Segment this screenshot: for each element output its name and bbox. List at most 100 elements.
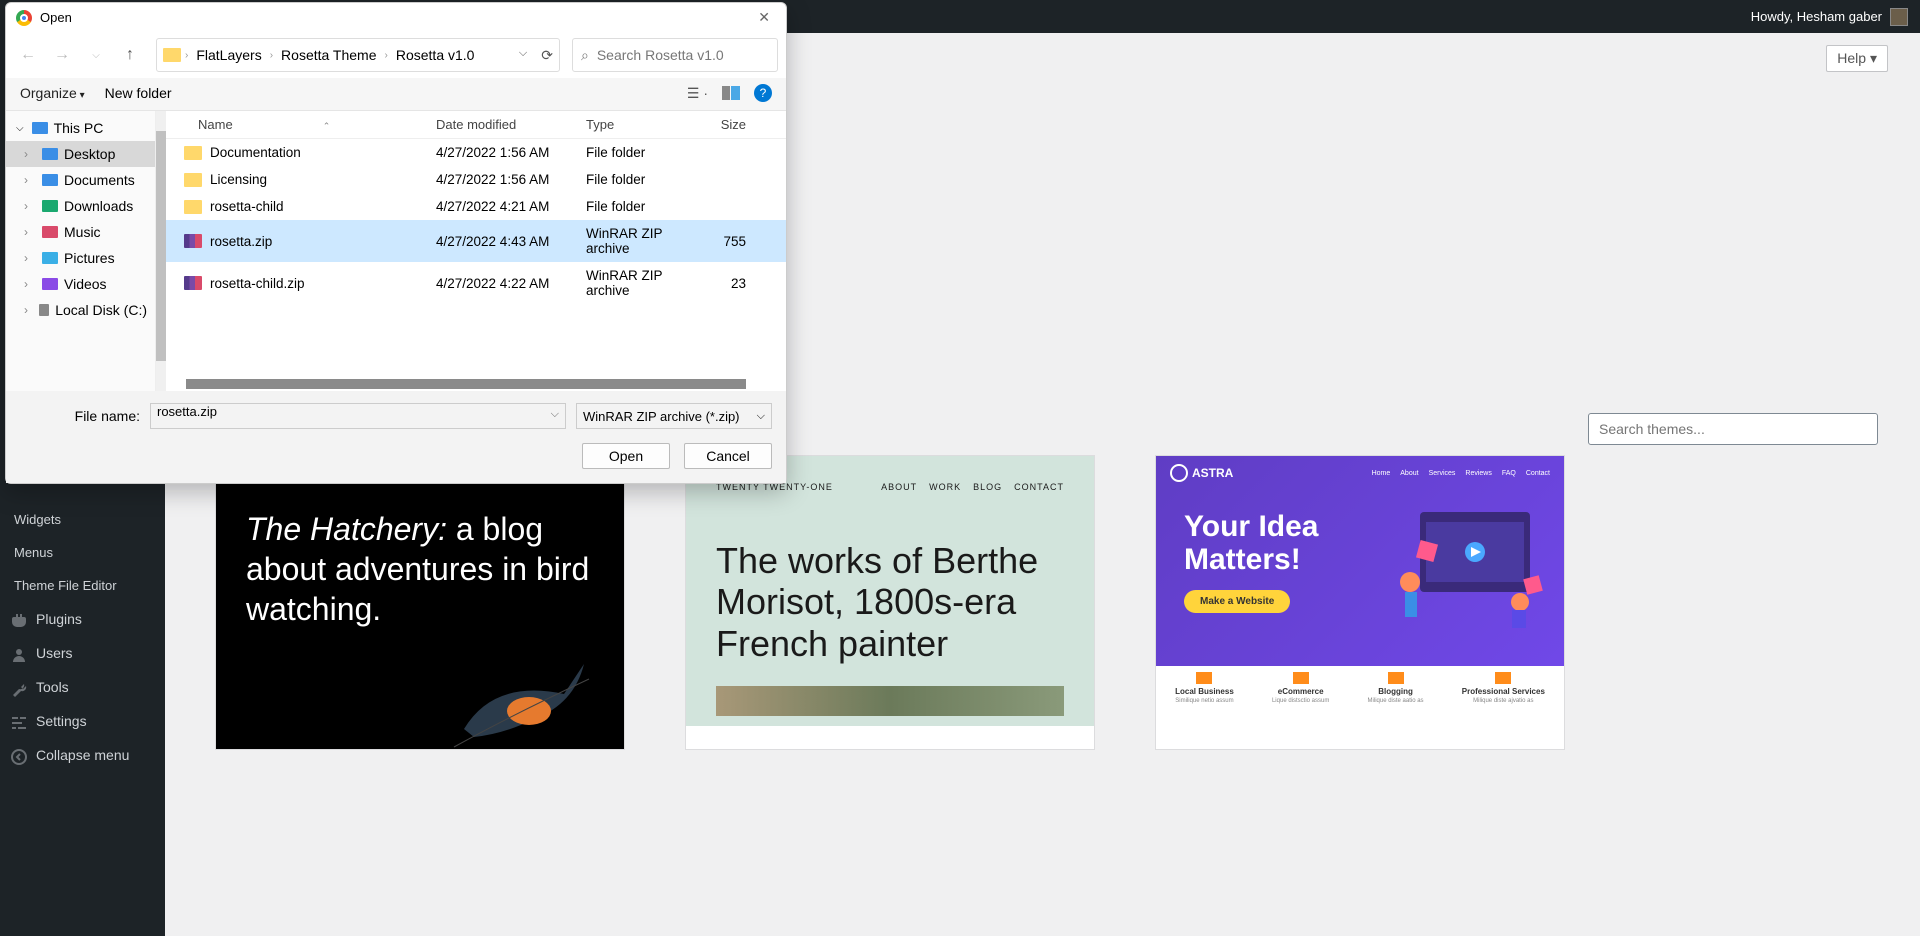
dialog-nav: ← → ⌵ ↑ › FlatLayers › Rosetta Theme › R… [6, 32, 786, 78]
astra-logo: ASTRA [1170, 464, 1233, 482]
collapse-icon [10, 748, 28, 766]
chrome-icon [16, 10, 32, 26]
documents-icon [42, 174, 58, 186]
downloads-icon [42, 200, 58, 212]
sidebar-item-widgets[interactable]: Widgets [0, 503, 165, 536]
refresh-icon[interactable]: ⟳ [541, 47, 553, 64]
breadcrumb-item[interactable]: Rosetta v1.0 [392, 44, 479, 66]
zip-icon [184, 234, 202, 248]
users-icon [10, 646, 28, 664]
breadcrumb-item[interactable]: FlatLayers [192, 44, 265, 66]
column-date[interactable]: Date modified [436, 117, 586, 132]
dialog-footer: File name: rosetta.zip WinRAR ZIP archiv… [6, 391, 786, 483]
folder-icon [163, 48, 181, 62]
folder-tree: This PC Desktop Documents Downloads Musi… [6, 111, 156, 391]
filetype-select[interactable]: WinRAR ZIP archive (*.zip)⌵ [576, 403, 772, 429]
file-type: File folder [586, 199, 704, 214]
back-button[interactable]: ← [14, 39, 42, 71]
tree-scrollbar[interactable] [156, 111, 166, 391]
file-name: Documentation [210, 145, 301, 160]
cancel-button[interactable]: Cancel [684, 443, 772, 469]
howdy-text: Howdy, Hesham gaber [1751, 9, 1882, 24]
hero-illustration [1390, 502, 1550, 632]
sidebar-item-theme-editor[interactable]: Theme File Editor [0, 569, 165, 602]
file-type: WinRAR ZIP archive [586, 226, 704, 256]
themes-grid: Installed The Hatchery: a blog about adv… [189, 455, 1900, 750]
sidebar-item-settings[interactable]: Settings [0, 704, 165, 738]
theme-nav: Home About Services Reviews FAQ Contact [1372, 470, 1550, 477]
bird-illustration [444, 659, 594, 749]
theme-search-input[interactable] [1588, 413, 1878, 445]
chevron-down-icon: ⌵ [757, 410, 765, 423]
help-icon[interactable]: ? [754, 84, 772, 102]
breadcrumb[interactable]: › FlatLayers › Rosetta Theme › Rosetta v… [156, 38, 560, 72]
file-name: rosetta.zip [210, 234, 272, 249]
tree-pictures[interactable]: Pictures [6, 245, 155, 271]
pc-icon [32, 122, 48, 134]
theme-card-twentytwentytwo[interactable]: Installed The Hatchery: a blog about adv… [215, 455, 625, 750]
tree-local-disk[interactable]: Local Disk (C:) [6, 297, 155, 323]
tree-desktop[interactable]: Desktop [6, 141, 155, 167]
tools-icon [10, 680, 28, 698]
up-button[interactable]: ↑ [116, 39, 144, 71]
sidebar-item-users[interactable]: Users [0, 636, 165, 670]
horizontal-scrollbar[interactable] [186, 379, 746, 389]
pictures-icon [42, 252, 58, 264]
dialog-titlebar: Open ✕ [6, 3, 786, 32]
music-icon [42, 226, 58, 238]
folder-icon [184, 173, 202, 187]
file-row[interactable]: rosetta.zip 4/27/2022 4:43 AMWinRAR ZIP a… [166, 220, 786, 262]
sort-indicator: ⌃ [323, 121, 331, 131]
settings-icon [10, 714, 28, 732]
theme-card-astra[interactable]: ASTRA Home About Services Reviews FAQ Co… [1155, 455, 1565, 750]
file-row[interactable]: Documentation4/27/2022 1:56 AMFile folde… [166, 139, 786, 166]
theme-preview: TWENTY TWENTY-ONE ABOUT WORK BLOG CONTAC… [686, 456, 1094, 726]
folder-icon [184, 146, 202, 160]
file-name: rosetta-child [210, 199, 284, 214]
close-icon[interactable]: ✕ [752, 9, 776, 26]
view-list-icon[interactable]: ☰ · [687, 85, 708, 102]
recent-dropdown[interactable]: ⌵ [82, 39, 110, 71]
search-input[interactable]: ⌕ Search Rosetta v1.0 [572, 38, 778, 72]
sidebar-item-menus[interactable]: Menus [0, 536, 165, 569]
theme-preview: The Hatchery: a blog about adventures in… [216, 479, 624, 749]
preview-pane-icon[interactable] [722, 86, 740, 100]
theme-nav: ABOUT WORK BLOG CONTACT [881, 482, 1064, 492]
tree-music[interactable]: Music [6, 219, 155, 245]
tree-downloads[interactable]: Downloads [6, 193, 155, 219]
filename-input[interactable]: rosetta.zip [150, 403, 566, 429]
videos-icon [42, 278, 58, 290]
new-folder-button[interactable]: New folder [105, 85, 172, 101]
column-type[interactable]: Type [586, 117, 704, 132]
tree-this-pc[interactable]: This PC [6, 115, 155, 141]
file-date: 4/27/2022 4:43 AM [436, 234, 586, 249]
breadcrumb-item[interactable]: Rosetta Theme [277, 44, 380, 66]
file-type: File folder [586, 172, 704, 187]
organize-button[interactable]: Organize [20, 85, 85, 101]
file-list-header: Name⌃ Date modified Type Size [166, 111, 786, 139]
open-button[interactable]: Open [582, 443, 670, 469]
tree-documents[interactable]: Documents [6, 167, 155, 193]
sidebar-item-plugins[interactable]: Plugins [0, 602, 165, 636]
desktop-icon [42, 148, 58, 160]
file-row[interactable]: Licensing4/27/2022 1:56 AMFile folder [166, 166, 786, 193]
help-button[interactable]: Help [1826, 45, 1888, 72]
column-name[interactable]: Name⌃ [166, 117, 436, 132]
file-size: 23 [704, 276, 764, 291]
sidebar-item-tools[interactable]: Tools [0, 670, 165, 704]
chevron-down-icon[interactable]: ⌵ [519, 47, 527, 64]
theme-categories: Local BusinessSimilique netio assum eCom… [1156, 666, 1564, 728]
file-row[interactable]: rosetta-child.zip4/27/2022 4:22 AMWinRAR… [166, 262, 786, 304]
file-row[interactable]: rosetta-child4/27/2022 4:21 AMFile folde… [166, 193, 786, 220]
column-size[interactable]: Size [704, 117, 764, 132]
tree-videos[interactable]: Videos [6, 271, 155, 297]
howdy-greeting[interactable]: Howdy, Hesham gaber [1751, 8, 1908, 26]
file-name: rosetta-child.zip [210, 276, 305, 291]
search-placeholder: Search Rosetta v1.0 [597, 47, 724, 63]
sidebar-item-collapse[interactable]: Collapse menu [0, 738, 165, 772]
theme-preview: ASTRA Home About Services Reviews FAQ Co… [1156, 456, 1564, 666]
forward-button[interactable]: → [48, 39, 76, 71]
theme-card-twentytwentyone[interactable]: TWENTY TWENTY-ONE ABOUT WORK BLOG CONTAC… [685, 455, 1095, 750]
file-name: Licensing [210, 172, 267, 187]
file-date: 4/27/2022 4:22 AM [436, 276, 586, 291]
